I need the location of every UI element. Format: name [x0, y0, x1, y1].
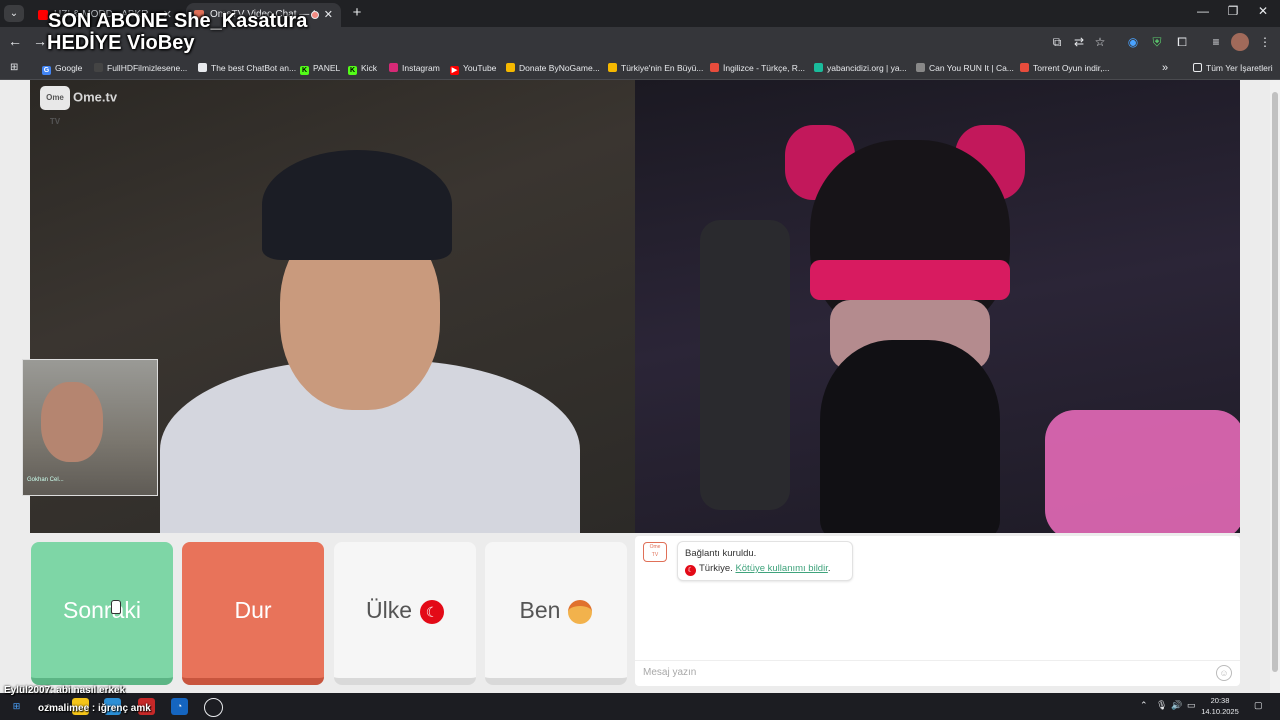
hat-band: [810, 260, 1010, 300]
turkey-flag-icon: ☾: [685, 565, 696, 576]
stream-chat-message: Eylül2007: abi nasıl erkek: [4, 685, 126, 696]
instagram-icon: [389, 63, 398, 72]
bookmark-turkiye[interactable]: Türkiye'nin En Büyü...: [608, 60, 703, 76]
microphone: [1045, 410, 1240, 533]
self-video: [635, 80, 1240, 533]
kick-icon: K: [300, 66, 309, 75]
tab-search-button[interactable]: ⌄: [4, 5, 24, 22]
more-bookmarks-icon[interactable]: »: [1162, 60, 1168, 76]
app-icon[interactable]: ◔: [171, 698, 188, 715]
bookmark-ingilizce[interactable]: İngilizce - Türkçe, R...: [710, 60, 805, 76]
back-icon[interactable]: ←: [8, 33, 22, 49]
notification-icon[interactable]: ▢: [1254, 700, 1263, 711]
message-placeholder: Mesaj yazın: [643, 667, 697, 678]
system-message: Bağlantı kuruldu. ☾ Türkiye. Kötüye kulla…: [677, 541, 853, 581]
stream-chat-message: ozmalimee : iğrenç amk: [38, 703, 151, 714]
knit-mask: [820, 340, 1000, 533]
forward-icon[interactable]: →: [33, 33, 47, 49]
bookmark-chatbot[interactable]: The best ChatBot an...: [198, 60, 296, 76]
all-bookmarks[interactable]: Tüm Yer İşaretleri: [1193, 60, 1273, 76]
shield-icon[interactable]: ⛨: [1148, 33, 1166, 51]
stream-overlay-gift: HEDİYE VioBey: [47, 32, 195, 54]
extensions-puzzle-icon[interactable]: ⧠: [1173, 33, 1191, 51]
ometv-chat-logo: Ome TV: [643, 542, 667, 562]
menu-icon[interactable]: ⋮: [1256, 33, 1274, 51]
bookmark-donate[interactable]: Donate ByNoGame...: [506, 60, 600, 76]
ometv-page: Ome TVOme.tv Gokhan Cel... Sonraki Dur Ü…: [0, 80, 1270, 693]
site-icon: [814, 63, 823, 72]
youtube-icon: ▶: [450, 66, 459, 75]
country-button[interactable]: Ülke ☾: [334, 542, 476, 685]
windows-taskbar: ⊞ ○ ◔ ⌃ 🎙 🔊 ▭ 20:38 14.10.2025 ▢: [0, 693, 1280, 720]
site-icon: [1020, 63, 1029, 72]
extension-icon[interactable]: ◉: [1124, 33, 1142, 51]
clock[interactable]: 20:38 14.10.2025: [1194, 695, 1246, 717]
connected-text: Bağlantı kuruldu.: [685, 548, 757, 559]
tray-chevron-icon[interactable]: ⌃: [1140, 700, 1148, 711]
message-input[interactable]: Mesaj yazın ☺: [635, 660, 1240, 687]
site-icon: [94, 63, 103, 72]
minimize-button[interactable]: —: [1188, 4, 1218, 18]
bookmark-canyourunit[interactable]: Can You RUN It | Ca...: [916, 60, 1014, 76]
next-button[interactable]: Sonraki: [31, 542, 173, 685]
site-icon: [710, 63, 719, 72]
recording-icon: [311, 11, 319, 19]
person-cap: [262, 150, 452, 260]
new-tab-button[interactable]: +: [347, 3, 367, 23]
folder-icon: [1193, 63, 1202, 72]
bookmark-star-icon[interactable]: ☆: [1091, 33, 1109, 51]
site-icon: [608, 63, 617, 72]
bookmark-yabancidizi[interactable]: yabancidizi.org | ya...: [814, 60, 907, 76]
kick-icon: K: [348, 66, 357, 75]
close-window-button[interactable]: ✕: [1248, 4, 1278, 18]
turkey-flag-icon: ☾: [420, 599, 444, 624]
obs-icon[interactable]: [204, 698, 223, 717]
restore-button[interactable]: ❐: [1218, 4, 1248, 18]
bookmark-youtube[interactable]: ▶ YouTube: [450, 60, 496, 76]
chat-panel: Ome TV Bağlantı kuruldu. ☾ Türkiye. Kötüye…: [635, 536, 1240, 686]
ometv-logo-icon: Ome TV: [40, 86, 70, 126]
translate-icon[interactable]: ⇄: [1070, 33, 1088, 51]
volume-icon[interactable]: 🔊: [1171, 700, 1182, 711]
stream-overlay-subscriber: SON ABONE She_Kasatura: [48, 10, 308, 32]
youtube-icon: [38, 10, 48, 20]
webcam-label: Gokhan Cel...: [27, 477, 64, 483]
boy-face-icon: [568, 599, 593, 624]
stop-button[interactable]: Dur: [182, 542, 324, 685]
mouse-cursor: [111, 600, 121, 614]
microphone-icon[interactable]: 🎙: [1156, 700, 1167, 711]
report-abuse-link[interactable]: Kötüye kullanımı bildir: [735, 563, 827, 574]
site-icon: [916, 63, 925, 72]
bookmarks-bar: ⊞ G Google FullHDFilmizlesene... The best…: [0, 57, 1280, 80]
bookmark-fullhd[interactable]: FullHDFilmizlesene...: [94, 60, 187, 76]
bookmark-google[interactable]: G Google: [42, 60, 82, 76]
cast-icon[interactable]: ⧉: [1048, 33, 1066, 51]
bookmark-instagram[interactable]: Instagram: [389, 60, 440, 76]
country-line: ☾ Türkiye. Kötüye kullanımı bildir.: [685, 563, 831, 576]
profile-avatar[interactable]: [1231, 33, 1249, 51]
site-icon: [198, 63, 207, 72]
close-icon[interactable]: ✕: [324, 3, 333, 27]
webcam-overlay: Gokhan Cel...: [22, 359, 158, 496]
emoji-icon[interactable]: ☺: [1216, 665, 1232, 681]
page-scrollbar[interactable]: [1270, 80, 1280, 693]
me-button[interactable]: Ben: [485, 542, 627, 685]
bookmark-torrent[interactable]: Torrent Oyun indir,...: [1020, 60, 1110, 76]
media-control-icon[interactable]: ≡: [1207, 33, 1225, 51]
site-icon: [506, 63, 515, 72]
scrollbar-thumb[interactable]: [1272, 92, 1278, 672]
webcam-face: [41, 382, 103, 462]
bookmark-panel[interactable]: K PANEL: [300, 60, 340, 76]
bookmark-kick[interactable]: K Kick: [348, 60, 377, 76]
windows-start-icon[interactable]: ⊞: [8, 698, 25, 715]
google-icon: G: [42, 66, 51, 75]
gaming-chair: [700, 220, 790, 510]
ometv-logo: Ome TVOme.tv: [40, 86, 117, 126]
apps-grid-icon[interactable]: ⊞: [10, 60, 18, 76]
